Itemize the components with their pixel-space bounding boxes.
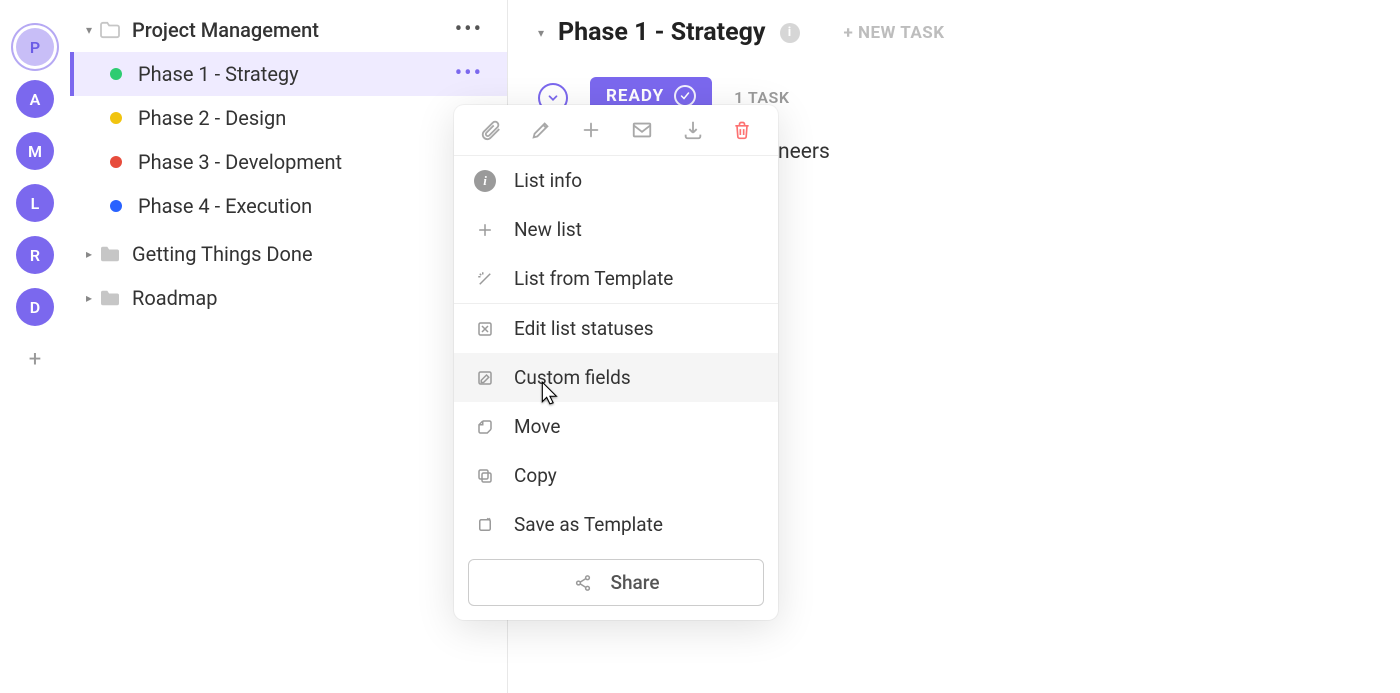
menu-item-label: Edit list statuses xyxy=(514,317,654,340)
add-workspace-button[interactable]: + xyxy=(16,340,54,378)
main-header: ▾ Phase 1 - Strategy i + NEW TASK xyxy=(538,18,1370,47)
pencil-icon[interactable] xyxy=(530,119,552,141)
sidebar-folder[interactable]: ▸ Getting Things Done xyxy=(70,232,507,276)
menu-item-label: Custom fields xyxy=(514,366,631,389)
sidebar-phase-item[interactable]: Phase 4 - Execution xyxy=(70,184,507,228)
sidebar-phase-item[interactable]: Phase 3 - Development xyxy=(70,140,507,184)
menu-item-label: List info xyxy=(514,169,582,192)
phase-label: Phase 1 - Strategy xyxy=(138,62,451,86)
move-icon xyxy=(474,418,496,436)
share-icon xyxy=(572,574,594,592)
folder-icon xyxy=(98,21,122,39)
task-name-fragment[interactable]: neers xyxy=(778,140,1370,164)
status-dot-icon xyxy=(110,200,122,212)
folder-icon xyxy=(98,245,122,263)
trash-icon[interactable] xyxy=(732,119,752,141)
compose-icon xyxy=(474,369,496,387)
folder-label: Roadmap xyxy=(132,286,487,310)
check-circle-icon xyxy=(674,85,696,107)
chevron-down-icon[interactable]: ▾ xyxy=(538,26,544,40)
menu-item-label: New list xyxy=(514,218,582,241)
folder-label: Getting Things Done xyxy=(132,242,487,266)
menu-item-save-as-template[interactable]: Save as Template xyxy=(454,500,778,549)
info-icon[interactable]: i xyxy=(780,23,800,43)
workspace-avatar[interactable]: L xyxy=(16,184,54,222)
menu-item-edit-statuses[interactable]: Edit list statuses xyxy=(454,304,778,353)
sidebar-phase-item[interactable]: Phase 2 - Design xyxy=(70,96,507,140)
phase-label: Phase 3 - Development xyxy=(138,150,487,174)
workspace-avatar[interactable]: P xyxy=(16,28,54,66)
plus-icon[interactable] xyxy=(580,119,602,141)
menu-item-label: Save as Template xyxy=(514,513,663,536)
sidebar: ▾ Project Management ••• Phase 1 - Strat… xyxy=(70,0,508,693)
menu-item-custom-fields[interactable]: Custom fields xyxy=(454,353,778,402)
phase-label: Phase 2 - Design xyxy=(138,106,487,130)
workspace-avatar[interactable]: A xyxy=(16,80,54,118)
workspace-avatar[interactable]: R xyxy=(16,236,54,274)
menu-item-move[interactable]: Move xyxy=(454,402,778,451)
wand-icon xyxy=(474,270,496,288)
share-label: Share xyxy=(610,571,659,594)
template-icon xyxy=(474,516,496,534)
plus-icon xyxy=(474,221,496,239)
list-context-menu: i List info New list List from Template … xyxy=(454,105,778,620)
status-dot-icon xyxy=(110,112,122,124)
attach-icon[interactable] xyxy=(480,119,502,141)
workspace-avatar[interactable]: D xyxy=(16,288,54,326)
status-label: READY xyxy=(606,86,664,106)
mail-icon[interactable] xyxy=(630,119,654,141)
sidebar-folder[interactable]: ▸ Roadmap xyxy=(70,276,507,320)
sidebar-project[interactable]: ▾ Project Management ••• xyxy=(70,8,507,52)
new-task-button[interactable]: + NEW TASK xyxy=(844,23,945,43)
chevron-right-icon: ▸ xyxy=(80,247,98,261)
page-title: Phase 1 - Strategy xyxy=(558,18,765,47)
chevron-down-icon: ▾ xyxy=(80,23,98,37)
status-dot-icon xyxy=(110,156,122,168)
status-dot-icon xyxy=(110,68,122,80)
download-icon[interactable] xyxy=(682,119,704,141)
menu-item-label: List from Template xyxy=(514,267,673,290)
workspace-avatar[interactable]: M xyxy=(16,132,54,170)
menu-item-label: Move xyxy=(514,415,560,438)
more-options-button[interactable]: ••• xyxy=(451,19,487,41)
workspace-avatar-rail: P A M L R D + xyxy=(0,0,70,693)
menu-item-list-from-template[interactable]: List from Template xyxy=(454,254,778,303)
menu-item-list-info[interactable]: i List info xyxy=(454,156,778,205)
info-icon: i xyxy=(474,170,496,192)
phase-label: Phase 4 - Execution xyxy=(138,194,487,218)
folder-icon xyxy=(98,289,122,307)
chevron-right-icon: ▸ xyxy=(80,291,98,305)
project-name: Project Management xyxy=(132,18,451,42)
context-menu-toolbar xyxy=(454,105,778,155)
copy-icon xyxy=(474,467,496,485)
menu-item-new-list[interactable]: New list xyxy=(454,205,778,254)
menu-item-label: Copy xyxy=(514,464,557,487)
more-options-button[interactable]: ••• xyxy=(451,63,487,85)
statuses-icon xyxy=(474,320,496,338)
share-button[interactable]: Share xyxy=(468,559,764,606)
menu-item-copy[interactable]: Copy xyxy=(454,451,778,500)
sidebar-phase-item[interactable]: Phase 1 - Strategy ••• xyxy=(70,52,507,96)
